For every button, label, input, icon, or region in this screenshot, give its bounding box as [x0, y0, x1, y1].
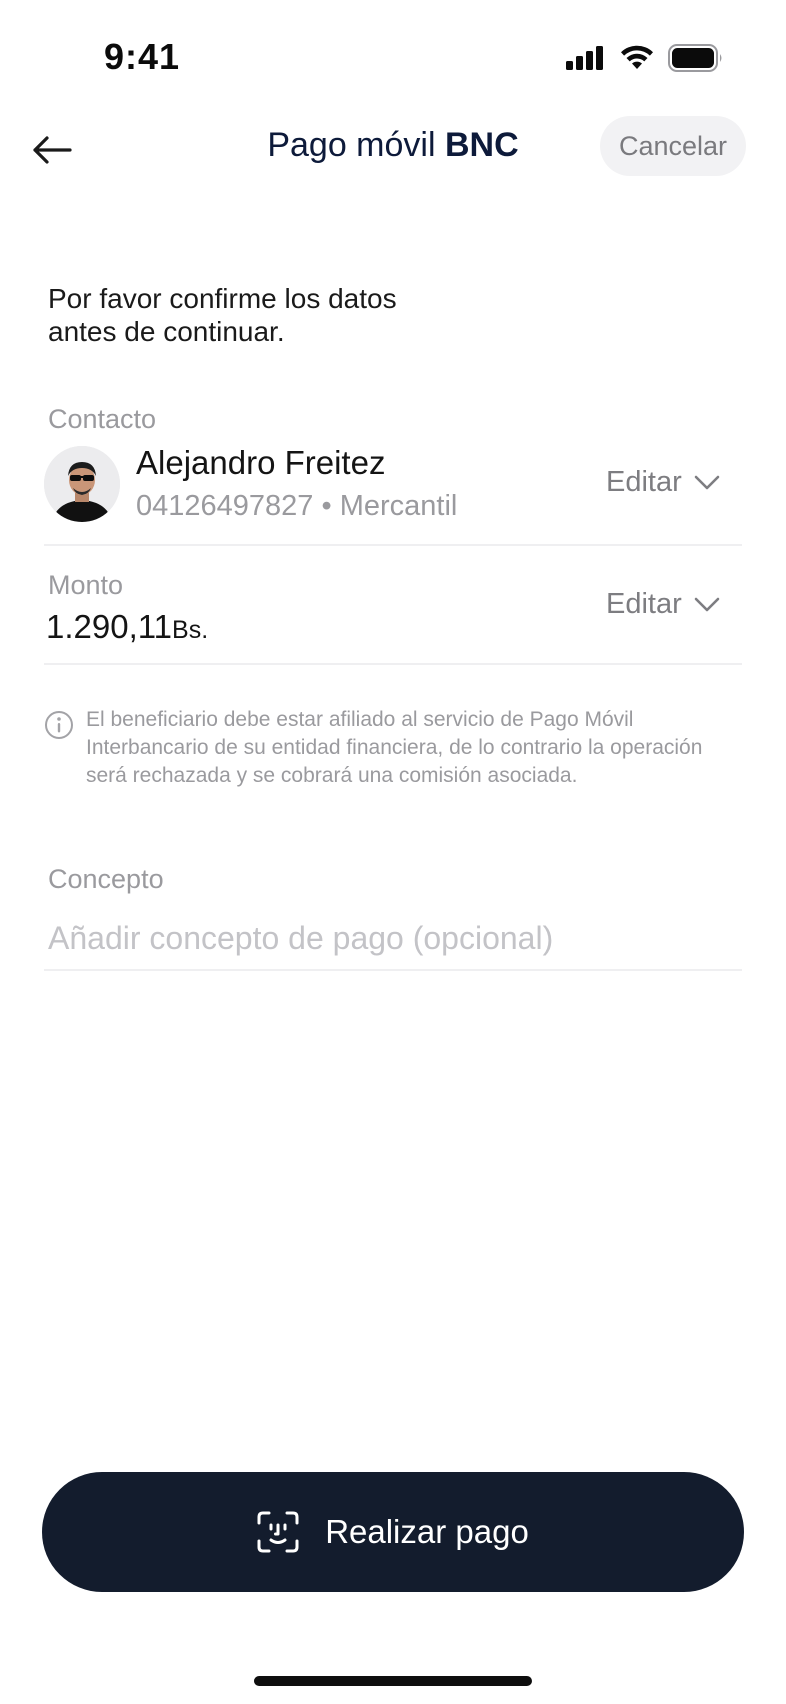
- cancel-button[interactable]: Cancelar: [600, 116, 746, 176]
- status-time: 9:41: [104, 36, 181, 77]
- contact-name: Alejandro Freitez: [136, 444, 386, 481]
- contact-phone: 04126497827: [136, 490, 314, 522]
- face-id-icon: [257, 1511, 299, 1553]
- submit-payment-label: Realizar pago: [325, 1513, 529, 1550]
- amount-currency: Bs.: [172, 616, 209, 644]
- amount-label: Monto: [48, 570, 124, 600]
- contact-label: Contacto: [48, 404, 157, 434]
- submit-payment-button[interactable]: Realizar pago: [42, 1472, 744, 1592]
- concept-label: Concepto: [48, 864, 164, 894]
- status-bar: 9:41: [0, 0, 786, 110]
- avatar: [44, 446, 120, 522]
- info-note-text: El beneficiario debe estar afiliado al s…: [86, 708, 703, 787]
- chevron-down-icon: [694, 597, 720, 611]
- divider: [44, 663, 742, 665]
- intro-text: Por favor confirme los datos antes de co…: [48, 283, 397, 347]
- chevron-down-icon: [694, 475, 720, 489]
- divider: [44, 969, 742, 971]
- navigation-bar: Pago móvil BNC Cancelar: [0, 110, 786, 190]
- page-title-brand: BNC: [444, 126, 519, 164]
- cellular-signal-icon: [566, 46, 603, 70]
- battery-icon: [668, 44, 722, 72]
- divider: [44, 544, 742, 546]
- edit-amount-button[interactable]: Editar: [606, 588, 720, 621]
- edit-contact-button[interactable]: Editar: [606, 466, 720, 499]
- contact-details: 04126497827 • Mercantil: [136, 490, 457, 523]
- amount-number: 1.290,11: [46, 608, 173, 645]
- edit-amount-label: Editar: [606, 588, 682, 620]
- home-indicator: [254, 1676, 532, 1686]
- status-icons: [566, 44, 724, 72]
- contact-avatar-image: [44, 446, 120, 522]
- concept-input[interactable]: [44, 912, 744, 964]
- wifi-icon: [621, 45, 653, 69]
- info-icon: [45, 711, 73, 739]
- contact-separator: •: [321, 490, 332, 522]
- page-title-prefix: Pago móvil: [267, 126, 436, 164]
- amount-value: 1.290,11Bs.: [46, 608, 208, 646]
- contact-bank: Mercantil: [339, 490, 458, 522]
- edit-contact-label: Editar: [606, 466, 682, 498]
